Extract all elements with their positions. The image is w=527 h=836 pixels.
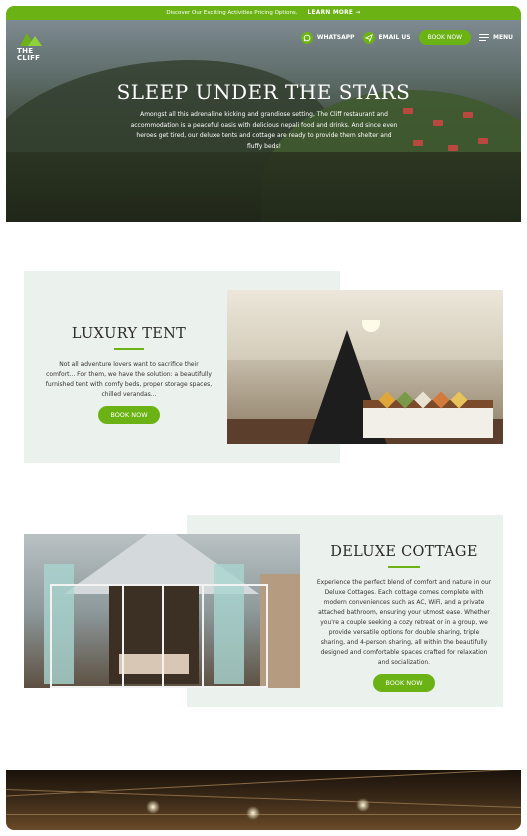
tent-title: LUXURY TENT bbox=[71, 326, 187, 342]
whatsapp-label: WHATSAPP bbox=[316, 34, 355, 41]
tent-title-underline bbox=[114, 348, 144, 350]
restaurant-photo bbox=[6, 770, 521, 830]
hero-description: Amongst all this adrenaline kicking and … bbox=[130, 111, 398, 150]
cottage-description: Experience the perfect blend of comfort … bbox=[316, 579, 492, 666]
promo-text: Discover Our Exciting Activities Pricing… bbox=[166, 10, 298, 16]
send-icon bbox=[362, 31, 375, 44]
book-now-nav-button[interactable]: BOOK NOW bbox=[418, 30, 472, 45]
menu-label: MENU bbox=[493, 34, 513, 41]
top-nav: WHATSAPP EMAIL US BOOK NOW MENU bbox=[300, 30, 513, 45]
promo-bar: Discover Our Exciting Activities Pricing… bbox=[6, 6, 521, 20]
cottage-title: DELUXE COTTAGE bbox=[330, 544, 478, 560]
menu-button[interactable]: MENU bbox=[479, 33, 513, 42]
page: Discover Our Exciting Activities Pricing… bbox=[6, 6, 521, 830]
hamburger-icon bbox=[479, 33, 490, 42]
hero-title: SLEEP UNDER THE STARS bbox=[116, 80, 411, 104]
tent-description: Not all adventure lovers want to sacrifi… bbox=[45, 361, 213, 398]
whatsapp-link[interactable]: WHATSAPP bbox=[300, 31, 355, 44]
tent-photo bbox=[227, 290, 503, 444]
hero-village bbox=[393, 100, 503, 170]
whatsapp-icon bbox=[300, 31, 313, 44]
cottage-title-underline bbox=[388, 566, 420, 568]
hero-section: THE CLIFF WHATSAPP EMAIL US BOOK NOW MEN… bbox=[6, 20, 521, 222]
tent-book-now-button[interactable]: BOOK NOW bbox=[98, 406, 160, 424]
cottage-book-now-button[interactable]: BOOK NOW bbox=[373, 674, 435, 692]
cottage-photo bbox=[24, 534, 300, 688]
logo-text[interactable]: THE CLIFF bbox=[17, 48, 40, 62]
logo-line-2: CLIFF bbox=[17, 54, 41, 62]
email-link[interactable]: EMAIL US bbox=[362, 31, 411, 44]
email-label: EMAIL US bbox=[378, 34, 411, 41]
learn-more-link[interactable]: LEARN MORE → bbox=[308, 10, 361, 16]
